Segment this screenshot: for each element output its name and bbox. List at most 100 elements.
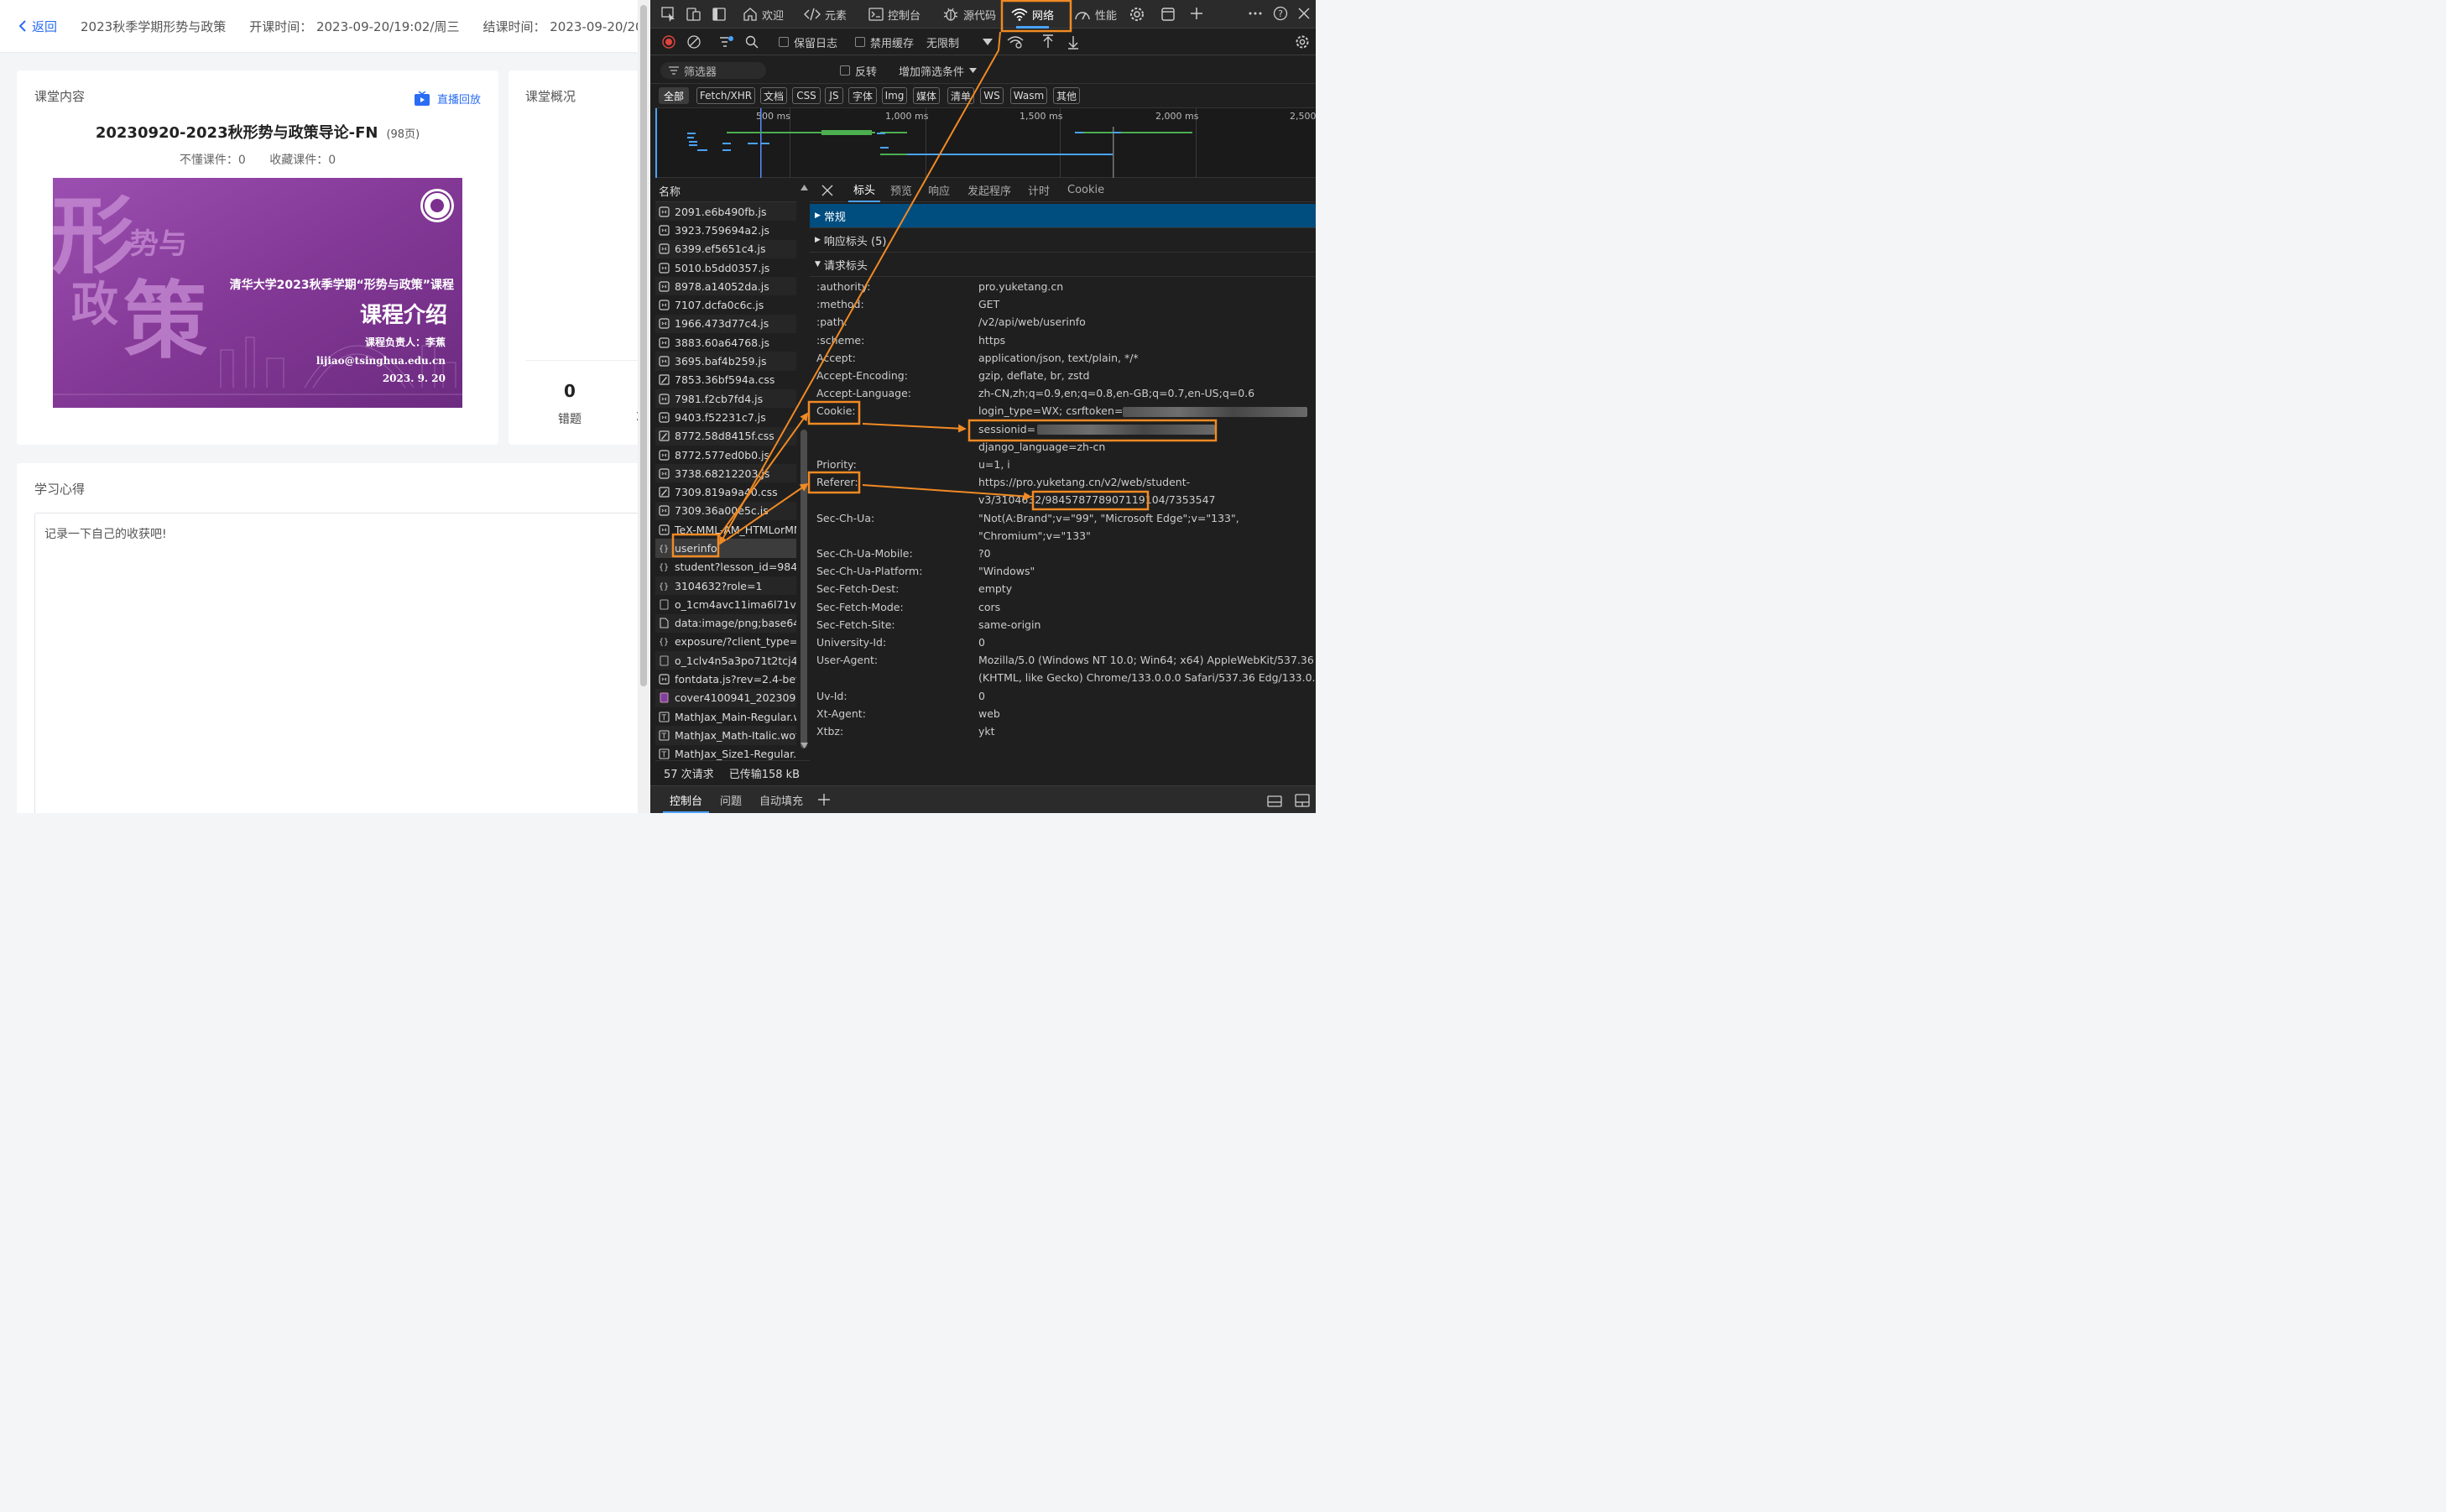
request-row[interactable]: data:image/png;base64	[655, 613, 796, 633]
request-row[interactable]: {} student?lesson_id=98457877890	[655, 558, 796, 576]
type-ws[interactable]: WS	[980, 87, 1004, 104]
live-replay-button[interactable]: 直播回放	[414, 91, 481, 107]
plus-icon[interactable]	[818, 794, 830, 806]
request-row[interactable]: T MathJax_Main-Regular.woff	[655, 707, 796, 726]
request-list-scrollbar[interactable]	[798, 178, 810, 760]
request-row[interactable]: 7309.819a9a40.css	[655, 482, 796, 501]
request-row[interactable]: TeX-MML-AM_HTMLorMML.js	[655, 520, 796, 539]
header-value[interactable]: Mozilla/5.0 (Windows NT 10.0; Win64; x64…	[978, 654, 1314, 666]
detail-tab-cookie[interactable]: Cookie	[1067, 178, 1104, 202]
type-img[interactable]: Img	[882, 87, 907, 104]
header-value[interactable]: v3/3104632/984578778907119104/7353547	[978, 493, 1215, 506]
header-value[interactable]: gzip, deflate, br, zstd	[978, 369, 1089, 382]
request-row[interactable]: 5010.b5dd0357.js	[655, 258, 796, 277]
request-row[interactable]: 3695.baf4b259.js	[655, 352, 796, 371]
header-value[interactable]: django_language=zh-cn	[978, 441, 1105, 453]
header-value[interactable]: u=1, i	[978, 458, 1010, 471]
more-icon[interactable]	[1248, 6, 1263, 21]
header-value[interactable]: login_type=WX; csrftoken=	[978, 404, 1308, 417]
network-timeline[interactable]: 500 ms 1,000 ms 1,500 ms 2,000 ms 2,500	[655, 107, 1316, 179]
drawer-tab-autofill[interactable]: 自动填充	[759, 786, 803, 813]
dock-icon[interactable]	[711, 6, 728, 23]
preserve-log-checkbox[interactable]: 保留日志	[779, 29, 837, 55]
request-row[interactable]: 1966.473d77c4.js	[655, 314, 796, 334]
scrollbar-thumb[interactable]	[801, 430, 807, 748]
detail-tab-preview[interactable]: 预览	[890, 178, 912, 202]
caret-down-icon[interactable]	[983, 39, 993, 45]
header-value[interactable]: "Not(A:Brand";v="99", "Microsoft Edge";v…	[978, 512, 1239, 524]
page-scrollbar[interactable]	[638, 0, 649, 813]
header-value[interactable]: https://pro.yuketang.cn/v2/web/student-	[978, 476, 1190, 488]
type-font[interactable]: 字体	[848, 87, 877, 104]
type-js[interactable]: JS	[825, 87, 843, 104]
tab-console[interactable]: 控制台	[868, 0, 921, 29]
back-button[interactable]: 返回	[0, 18, 57, 35]
drawer-tab-issues[interactable]: 问题	[720, 786, 742, 813]
request-row[interactable]: 3738.68212203.js	[655, 464, 796, 483]
request-row[interactable]: fontdata.js?rev=2.4-beta	[655, 670, 796, 688]
header-value[interactable]: 0	[978, 636, 985, 649]
search-icon[interactable]	[745, 35, 759, 49]
request-row[interactable]: cover4100941_20230920.png	[655, 688, 796, 708]
scroll-down-icon[interactable]	[801, 743, 808, 748]
tab-welcome[interactable]: 欢迎	[743, 0, 784, 29]
type-css[interactable]: CSS	[792, 87, 821, 104]
detail-tab-timing[interactable]: 计时	[1028, 178, 1050, 202]
device-icon[interactable]	[686, 6, 702, 23]
inspect-icon[interactable]	[660, 6, 677, 23]
request-row[interactable]: 6399.ef5651c4.js	[655, 239, 796, 258]
request-row[interactable]: {} 3104632?role=1	[655, 576, 796, 596]
type-doc[interactable]: 文档	[760, 87, 787, 104]
request-row[interactable]: 8772.577ed0b0.js	[655, 446, 796, 464]
header-value[interactable]: same-origin	[978, 618, 1040, 631]
gear-icon[interactable]	[1129, 6, 1145, 23]
request-row[interactable]: 8772.58d8415f.css	[655, 426, 796, 446]
network-settings-icon[interactable]	[1295, 34, 1310, 50]
request-row[interactable]: 7309.36a00e5c.js	[655, 501, 796, 521]
app-window-icon[interactable]	[1160, 6, 1176, 23]
request-row[interactable]: {} exposure/?client_type=2	[655, 633, 796, 651]
type-other[interactable]: 其他	[1053, 87, 1080, 104]
header-value[interactable]: pro.yuketang.cn	[978, 280, 1063, 293]
request-row[interactable]: 7981.f2cb7fd4.js	[655, 388, 796, 409]
network-conditions-icon[interactable]	[1007, 35, 1024, 49]
dock-drawer-icon[interactable]	[1267, 794, 1282, 807]
type-manifest[interactable]: 清单	[947, 87, 974, 104]
notes-textarea[interactable]: 记录一下自己的收获吧!	[34, 513, 638, 813]
close-icon[interactable]	[1296, 6, 1312, 21]
request-row[interactable]: o_1clv4n5a3po71t2tcj4.png	[655, 651, 796, 670]
type-all[interactable]: 全部	[659, 87, 689, 104]
header-value[interactable]: application/json, text/plain, */*	[978, 352, 1139, 364]
disable-cache-checkbox[interactable]: 禁用缓存	[855, 29, 914, 55]
filter-toggle-icon[interactable]	[719, 35, 734, 49]
tab-network[interactable]: 网络	[1011, 0, 1054, 29]
header-value[interactable]: ?0	[978, 547, 991, 560]
header-value[interactable]: /v2/api/web/userinfo	[978, 315, 1086, 328]
request-row[interactable]: 7107.dcfa0c6c.js	[655, 295, 796, 314]
close-detail-icon[interactable]	[821, 185, 833, 196]
tab-elements[interactable]: 元素	[804, 0, 847, 29]
name-column-header[interactable]: 名称	[655, 178, 796, 202]
header-value[interactable]: 0	[978, 690, 985, 702]
scroll-up-icon[interactable]	[801, 185, 808, 190]
request-row[interactable]: 2091.e6b490fb.js	[655, 202, 796, 222]
request-row[interactable]: T MathJax_Math-Italic.woff	[655, 726, 796, 745]
import-har-icon[interactable]	[1042, 34, 1054, 50]
type-wasm[interactable]: Wasm	[1010, 87, 1047, 104]
type-fetch-xhr[interactable]: Fetch/XHR	[696, 87, 755, 104]
header-value[interactable]: cors	[978, 601, 1000, 613]
clear-icon[interactable]	[687, 35, 701, 49]
panel-layout-icon[interactable]	[1295, 794, 1310, 807]
request-row[interactable]: 7853.36bf594a.css	[655, 371, 796, 389]
section-request-headers[interactable]: ▼ 请求标头	[810, 253, 1316, 277]
detail-tab-response[interactable]: 响应	[928, 178, 950, 202]
plus-icon[interactable]	[1189, 6, 1204, 21]
header-value[interactable]: https	[978, 334, 1005, 347]
header-value[interactable]: GET	[978, 298, 999, 310]
request-row[interactable]: 3923.759694a2.js	[655, 221, 796, 239]
section-response-headers[interactable]: ▶ 响应标头 (5)	[810, 228, 1316, 253]
scrollbar-thumb[interactable]	[640, 5, 647, 686]
header-value[interactable]: "Chromium";v="133"	[978, 529, 1091, 542]
slide-cover[interactable]: 形 势与 政 策 清华大学2023秋季学期“形势与政策”课程 课程介绍 课程负责…	[53, 178, 462, 408]
header-value[interactable]: web	[978, 707, 1000, 720]
